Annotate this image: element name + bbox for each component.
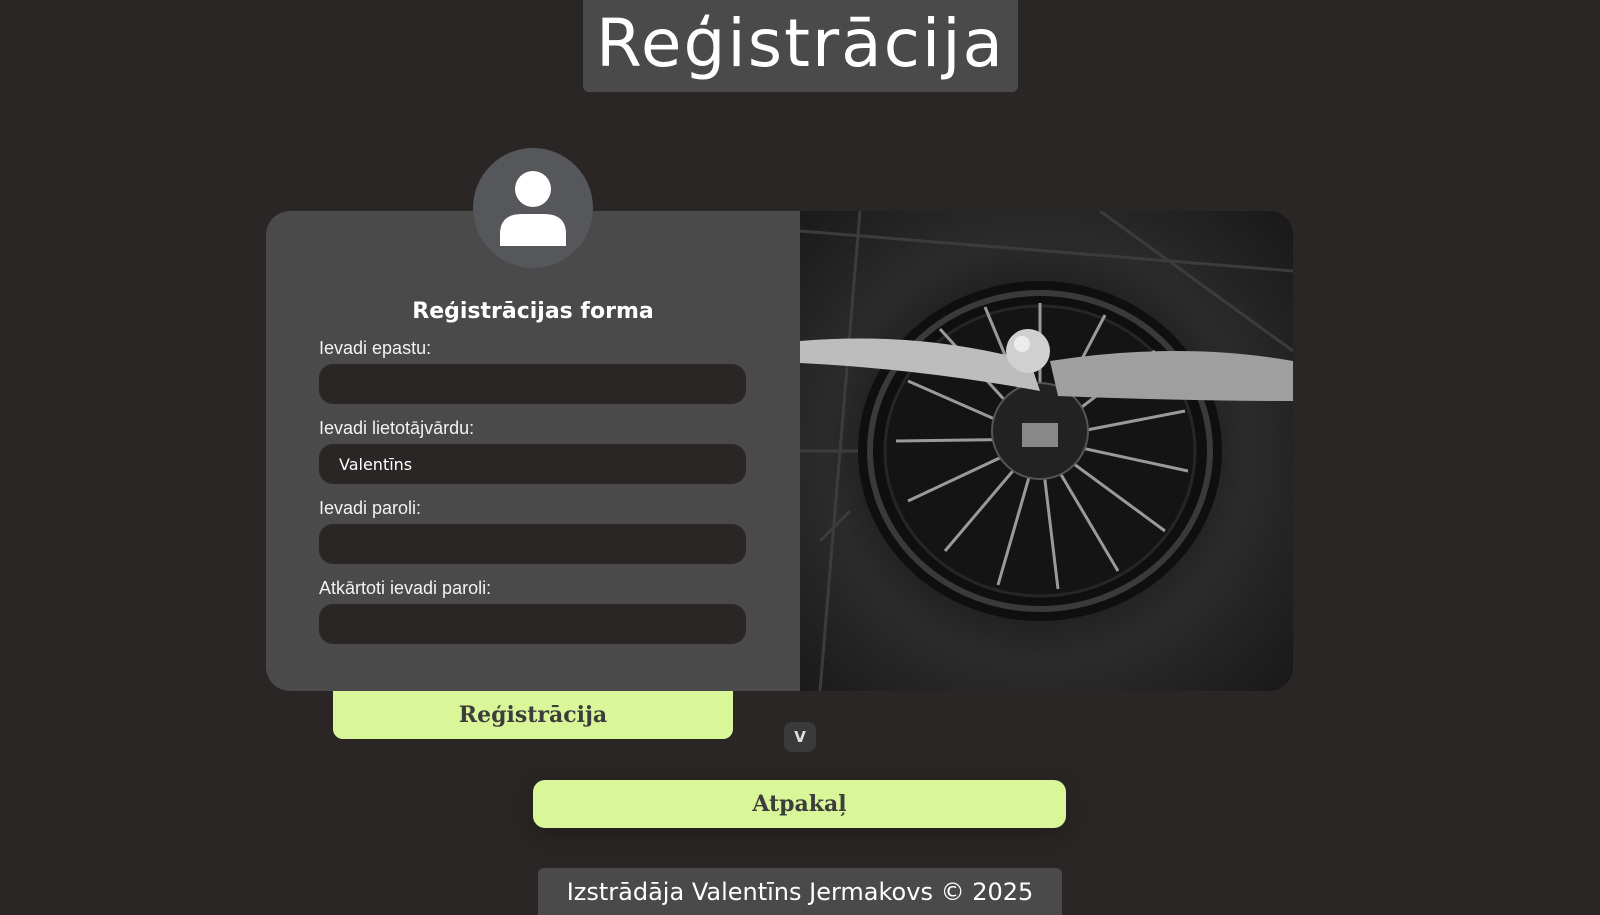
back-button[interactable]: Atpakaļ <box>533 780 1066 828</box>
form-panel: Reģistrācijas forma Ievadi epastu: Ievad… <box>266 211 800 691</box>
engine-photo <box>800 211 1293 691</box>
page-title: Reģistrācija <box>596 4 1005 82</box>
page-title-box: Reģistrācija <box>583 0 1018 92</box>
email-field[interactable] <box>319 364 746 404</box>
password-field[interactable] <box>319 524 746 564</box>
page: Reģistrācija Reģistrācijas forma Ievadi … <box>0 0 1600 915</box>
user-icon <box>500 171 566 246</box>
registration-card: Reģistrācijas forma Ievadi epastu: Ievad… <box>266 211 1293 691</box>
email-label: Ievadi epastu: <box>319 338 432 358</box>
password-repeat-label: Atkārtoti ievadi paroli: <box>319 578 492 598</box>
footer: Izstrādāja Valentīns Jermakovs © 2025 <box>538 868 1062 915</box>
username-field[interactable] <box>319 444 746 484</box>
footer-text: Izstrādāja Valentīns Jermakovs © 2025 <box>566 877 1034 906</box>
password-label: Ievadi paroli: <box>319 498 422 518</box>
chevron-down-icon[interactable]: V <box>784 722 816 752</box>
propeller-engine-image <box>800 211 1293 691</box>
password-repeat-field[interactable] <box>319 604 746 644</box>
username-label: Ievadi lietotājvārdu: <box>319 418 475 438</box>
form-title: Reģistrācijas forma <box>412 299 654 324</box>
register-button[interactable]: Reģistrācija <box>333 691 733 739</box>
avatar <box>473 148 593 268</box>
